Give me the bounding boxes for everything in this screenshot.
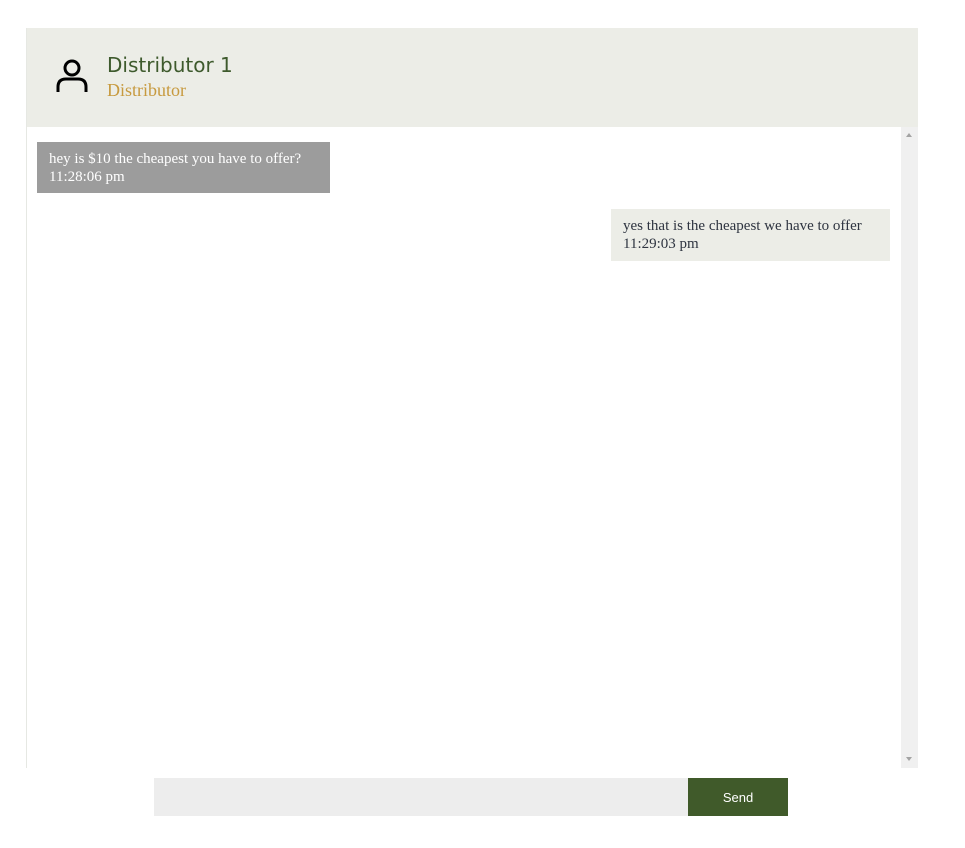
scroll-down-icon[interactable] — [906, 757, 912, 761]
user-icon — [55, 58, 89, 94]
contact-name: Distributor 1 — [107, 53, 233, 77]
message-text: hey is $10 the cheapest you have to offe… — [49, 151, 302, 167]
scroll-up-icon[interactable] — [906, 133, 912, 137]
message-input[interactable] — [154, 778, 688, 816]
incoming-message: hey is $10 the cheapest you have to offe… — [37, 142, 330, 193]
message-composer: Send — [154, 778, 788, 816]
message-time: 11:28:06 pm — [49, 169, 125, 185]
message-list[interactable]: hey is $10 the cheapest you have to offe… — [27, 127, 901, 768]
message-time: 11:29:03 pm — [623, 236, 699, 252]
send-button[interactable]: Send — [688, 778, 788, 816]
chat-header: Distributor 1 Distributor — [27, 28, 918, 127]
message-text: yes that is the cheapest we have to offe… — [623, 218, 862, 234]
message-list-scrollbar[interactable] — [901, 127, 918, 768]
outgoing-message: yes that is the cheapest we have to offe… — [611, 209, 890, 261]
contact-role: Distributor — [107, 80, 186, 100]
chat-window: Distributor 1 Distributor hey is $10 the… — [26, 28, 918, 768]
